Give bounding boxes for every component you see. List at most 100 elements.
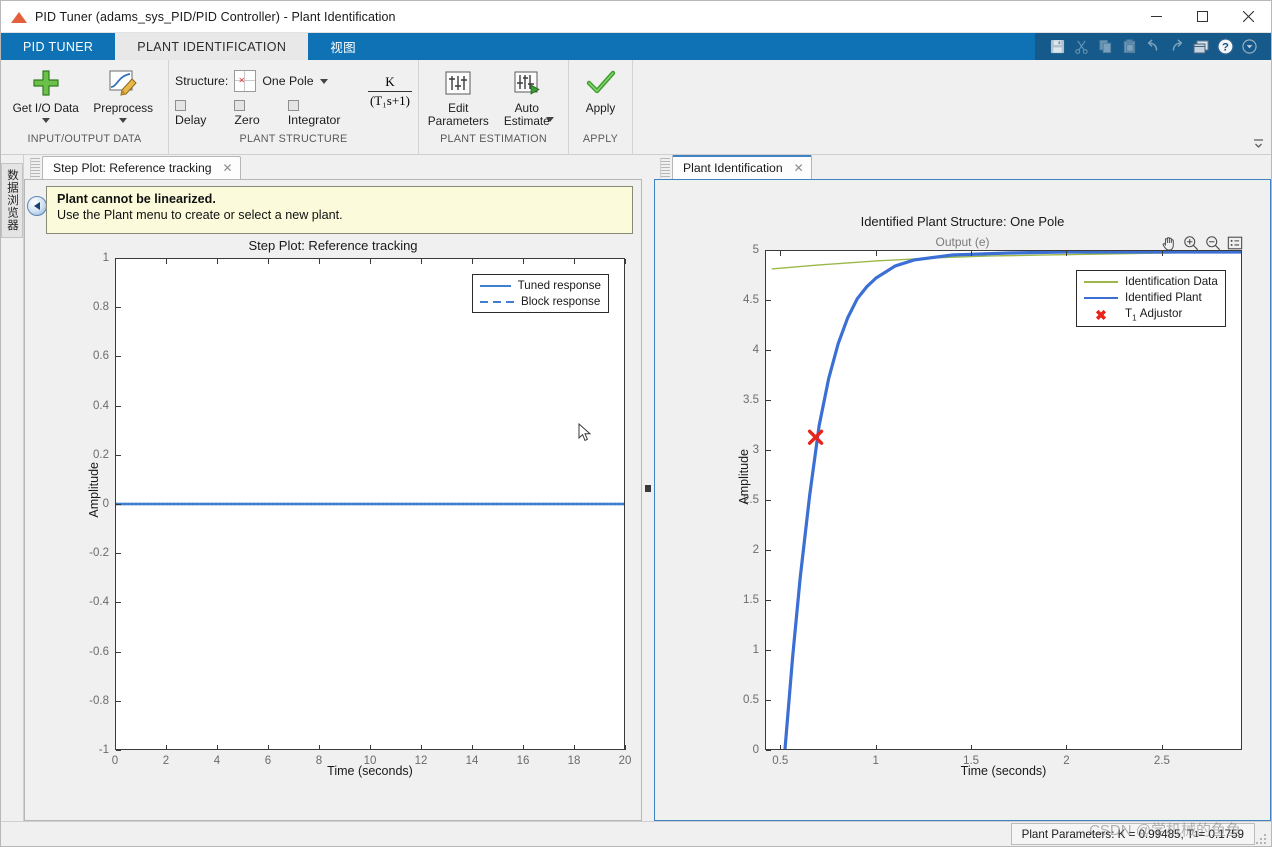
ribbon-group-apply: Apply APPLY: [569, 60, 633, 154]
x-tick-mark-top: [780, 251, 782, 256]
tabstrip-filler: [377, 33, 1035, 60]
tab-plant-identification[interactable]: PLANT IDENTIFICATION: [115, 33, 309, 60]
warning-message: Use the Plant menu to create or select a…: [57, 208, 343, 222]
y-tick-mark: [766, 300, 771, 301]
y-tick-label: 0.8: [93, 301, 109, 314]
more-icon[interactable]: [1239, 38, 1259, 56]
legend-swatch-solid-icon: [1084, 293, 1118, 303]
x-tick-mark-top: [523, 259, 524, 264]
ribbon-tab-strip: PID TUNER PLANT IDENTIFICATION 视图 ?: [1, 33, 1271, 60]
structure-label: Structure:: [175, 74, 229, 88]
y-tick-mark: [766, 650, 771, 651]
auto-estimate-button[interactable]: Auto Estimate: [492, 64, 562, 128]
apply-button[interactable]: Apply: [575, 64, 626, 115]
data-browser-rail[interactable]: 数据浏览器: [1, 155, 24, 821]
preprocess-button[interactable]: Preprocess: [85, 64, 163, 123]
x-tick-mark-top: [421, 259, 422, 264]
panel-splitter[interactable]: [642, 155, 654, 821]
right-document-panel: Plant Identification ✕ Identified Plant …: [654, 155, 1271, 821]
save-icon[interactable]: [1047, 38, 1067, 56]
doc-tab-step-plot-label: Step Plot: Reference tracking: [53, 161, 212, 175]
y-tick-label: -0.8: [89, 694, 109, 707]
tab-view[interactable]: 视图: [308, 33, 378, 60]
y-tick-mark: [766, 550, 771, 551]
resize-grip[interactable]: [1256, 832, 1268, 844]
warning-title: Plant cannot be linearized.: [57, 192, 216, 206]
x-tick-mark: [370, 745, 371, 750]
chevron-down-icon[interactable]: [41, 118, 50, 123]
group-title-apply: APPLY: [582, 133, 619, 145]
x-tick-mark: [115, 745, 116, 750]
panel-drag-grip[interactable]: [30, 158, 40, 178]
x-tick-mark: [574, 745, 575, 750]
legend-item-identification-data: Identification Data: [1084, 275, 1218, 288]
x-tick-mark-top: [268, 259, 269, 264]
help-icon[interactable]: ?: [1215, 38, 1235, 56]
paste-icon: [1119, 38, 1139, 56]
x-tick-mark-top: [166, 259, 167, 264]
legend-item-block-response: Block response: [480, 295, 601, 308]
integrator-label: Integrator: [287, 113, 341, 127]
y-tick-mark: [766, 500, 771, 501]
y-tick-label: 5: [752, 244, 759, 256]
warning-collapse-icon[interactable]: [27, 196, 47, 216]
work-area: 数据浏览器 Step Plot: Reference tracking ✕ St…: [1, 155, 1271, 821]
delay-checkbox[interactable]: Delay: [175, 99, 220, 127]
doc-tab-plant-identification[interactable]: Plant Identification ✕: [672, 155, 812, 179]
identification-plot-x-axis-label: Time (seconds): [960, 764, 1047, 778]
close-icon[interactable]: ✕: [791, 161, 807, 175]
get-io-data-button[interactable]: Get I/O Data: [7, 64, 85, 123]
y-tick-label: 4: [752, 344, 759, 356]
y-tick-label: 0.2: [93, 448, 109, 461]
zero-checkbox[interactable]: Zero: [234, 99, 273, 127]
plant-parameters-status: Plant Parameters: K = 0.99485, T1 = 0.17…: [1010, 823, 1255, 845]
maximize-button[interactable]: [1179, 1, 1225, 32]
left-document-panel: Step Plot: Reference tracking ✕ Step Plo…: [24, 155, 642, 821]
x-tick-mark: [780, 745, 782, 750]
legend-label-identified-plant: Identified Plant: [1125, 291, 1202, 304]
integrator-checkbox[interactable]: Integrator: [287, 99, 354, 127]
y-tick-mark: [766, 450, 771, 451]
panel-drag-grip[interactable]: [660, 158, 670, 178]
preprocess-icon: [106, 67, 140, 99]
right-doc-tab-row: Plant Identification ✕: [654, 155, 1271, 179]
right-panel-body: Identified Plant Structure: One Pole Out…: [654, 179, 1271, 821]
y-tick-mark: [766, 700, 771, 701]
splitter-grip[interactable]: [645, 484, 651, 492]
y-tick-mark: [766, 750, 771, 751]
transfer-function-denominator: (T₁s+1): [367, 91, 412, 108]
ribbon-group-input-output-data: Get I/O Data Preprocess INPUT/OUTPUT DAT…: [1, 60, 169, 154]
checkbox-box-icon: [287, 100, 299, 111]
collapse-ribbon-icon[interactable]: [1252, 137, 1265, 153]
step-plot-title: Step Plot: Reference tracking: [248, 238, 418, 253]
structure-value[interactable]: One Pole: [262, 74, 313, 88]
auto-estimate-label: Auto Estimate: [503, 101, 550, 128]
x-tick-mark: [268, 745, 269, 750]
edit-parameters-icon: [441, 67, 475, 99]
tab-pid-tuner[interactable]: PID TUNER: [1, 33, 115, 60]
step-plot-axes[interactable]: [115, 258, 625, 750]
doc-tab-step-plot[interactable]: Step Plot: Reference tracking ✕: [42, 156, 241, 179]
legend-item-identified-plant: Identified Plant: [1084, 291, 1218, 304]
close-button[interactable]: [1225, 1, 1271, 32]
doc-tab-plant-identification-label: Plant Identification: [683, 161, 783, 175]
y-tick-mark: [116, 750, 121, 751]
x-tick-mark-top: [1066, 251, 1068, 256]
get-io-data-label: Get I/O Data: [12, 101, 79, 115]
x-tick-mark-top: [472, 259, 473, 264]
minimize-button[interactable]: [1133, 1, 1179, 32]
chevron-down-icon[interactable]: [119, 118, 128, 123]
layout-icon[interactable]: [1191, 38, 1211, 56]
close-icon[interactable]: ✕: [220, 161, 236, 175]
identification-plot-y-axis-label: Amplitude: [737, 448, 751, 505]
y-tick-mark: [116, 307, 121, 309]
structure-dropdown-chevron-down-icon[interactable]: [319, 78, 328, 84]
x-tick-mark-top: [875, 251, 877, 256]
copy-icon: [1095, 38, 1115, 56]
edit-parameters-button[interactable]: Edit Parameters: [425, 64, 492, 128]
y-tick-label: 0: [752, 744, 759, 756]
x-tick-mark: [523, 745, 524, 750]
y-tick-mark: [766, 600, 771, 601]
legend-label-block-response: Block response: [521, 295, 601, 308]
chevron-down-icon[interactable]: [545, 117, 554, 122]
